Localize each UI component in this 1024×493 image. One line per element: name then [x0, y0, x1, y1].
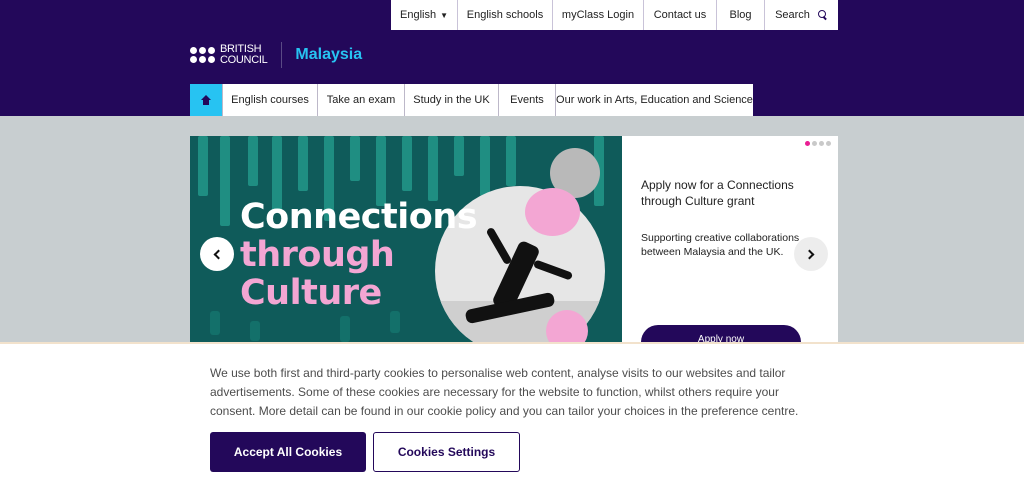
utility-link-myclass-login[interactable]: myClass Login: [552, 0, 643, 30]
hero-title-line-3: Culture: [240, 273, 382, 313]
hero-image: Connections through Culture: [190, 136, 622, 346]
nav-item-study-in-the-uk[interactable]: Study in the UK: [404, 84, 498, 116]
carousel-dot[interactable]: [805, 141, 810, 146]
cookie-banner: We use both first and third-party cookie…: [0, 342, 1024, 493]
site-header: English ▼ English schools myClass Login …: [0, 0, 1024, 116]
carousel-indicators: [803, 141, 831, 146]
logo-line-2: COUNCIL: [220, 54, 268, 66]
nav-item-events[interactable]: Events: [498, 84, 555, 116]
utility-link-blog[interactable]: Blog: [716, 0, 764, 30]
search-label: Search: [775, 9, 810, 21]
country-name: Malaysia: [295, 46, 363, 63]
british-council-logo-icon: [190, 47, 215, 63]
carousel-dot[interactable]: [819, 141, 824, 146]
main-nav: English courses Take an exam Study in th…: [190, 84, 753, 116]
chevron-right-icon: [804, 249, 815, 259]
nav-item-take-an-exam[interactable]: Take an exam: [317, 84, 404, 116]
carousel-dot[interactable]: [826, 141, 831, 146]
nav-home[interactable]: [190, 84, 222, 116]
hero-card-description: Supporting creative collaborations betwe…: [641, 232, 800, 258]
nav-item-our-work[interactable]: Our work in Arts, Education and Science: [555, 84, 753, 116]
hero-card-title: Apply now for a Connections through Cult…: [641, 178, 794, 208]
language-selector[interactable]: English ▼: [391, 0, 457, 30]
nav-item-english-courses[interactable]: English courses: [222, 84, 317, 116]
logo-divider: [281, 42, 283, 68]
caret-down-icon: ▼: [440, 10, 448, 20]
carousel-dot[interactable]: [812, 141, 817, 146]
hero-title: Connections through Culture: [240, 197, 478, 313]
site-logo[interactable]: BRITISH COUNCIL Malaysia: [190, 42, 362, 68]
cookie-banner-text: We use both first and third-party cookie…: [210, 366, 799, 418]
cookies-settings-button[interactable]: Cookies Settings: [373, 432, 520, 472]
search-icon: [817, 10, 828, 20]
language-label: English: [400, 9, 437, 21]
hero-title-line-2: through: [240, 235, 395, 275]
search-button[interactable]: Search: [764, 0, 838, 30]
utility-link-contact-us[interactable]: Contact us: [643, 0, 716, 30]
accept-all-cookies-button[interactable]: Accept All Cookies: [210, 432, 366, 472]
carousel-next-button[interactable]: [794, 237, 828, 271]
carousel-prev-button[interactable]: [200, 237, 234, 271]
home-icon: [201, 95, 211, 105]
hero-title-line-1: Connections: [240, 197, 478, 237]
chevron-left-icon: [213, 249, 224, 259]
utility-nav: English ▼ English schools myClass Login …: [391, 0, 838, 30]
utility-link-english-schools[interactable]: English schools: [457, 0, 552, 30]
logo-wordmark: BRITISH COUNCIL: [220, 44, 268, 66]
